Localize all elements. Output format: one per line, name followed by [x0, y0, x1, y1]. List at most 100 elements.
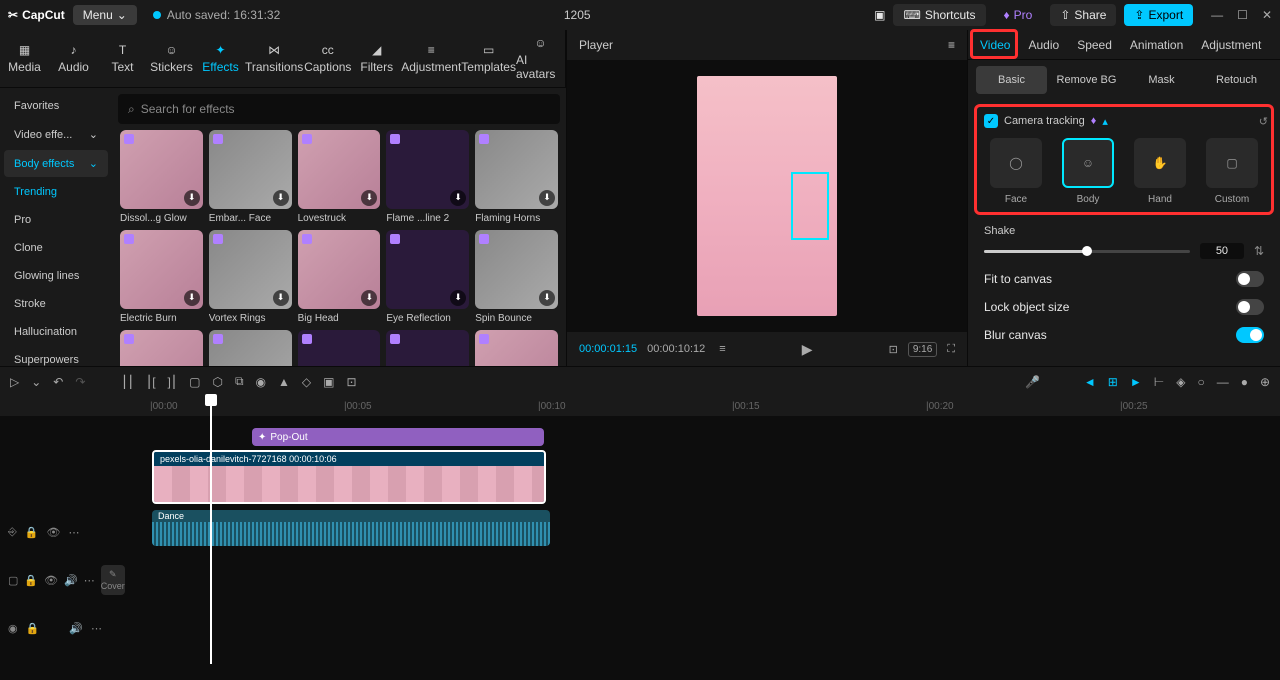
stepper-icon[interactable]: ⇅ [1254, 244, 1264, 258]
shield-icon[interactable]: ⬡ [212, 375, 222, 389]
freeze-tool[interactable]: ▣ [323, 375, 334, 389]
cat-body-effects[interactable]: Body effects⌄ [4, 150, 108, 177]
reverse-tool[interactable]: ◉ [256, 375, 266, 389]
timeline-ruler[interactable]: |00:00 |00:05 |00:10 |00:15 |00:20 |00:2… [0, 396, 1280, 416]
track-video-controls[interactable]: ▢🔒👁🔊⋯✎Cover [0, 556, 110, 604]
redo-button[interactable]: ↷ [75, 375, 85, 389]
compare-icon[interactable]: ⊡ [889, 343, 898, 356]
download-icon[interactable]: ⬇ [539, 190, 555, 206]
cat-hallucination[interactable]: Hallucination [4, 319, 108, 345]
play-button[interactable]: ▶ [802, 341, 813, 358]
download-icon[interactable]: ⬇ [273, 190, 289, 206]
layout-icon[interactable]: ▣ [874, 8, 885, 22]
tab-captions[interactable]: ccCaptions [303, 30, 352, 87]
download-icon[interactable]: ⬇ [450, 190, 466, 206]
split-right[interactable]: ]⎮ [168, 375, 178, 389]
share-button[interactable]: ⇧ Share [1050, 4, 1116, 26]
preview-icon[interactable]: ◈ [1176, 375, 1185, 389]
shortcuts-button[interactable]: ⌨ Shortcuts [893, 4, 985, 26]
snap-icon[interactable]: ⊢ [1154, 375, 1164, 389]
cat-superpowers[interactable]: Superpowers [4, 347, 108, 366]
minimize-button[interactable]: — [1211, 8, 1223, 22]
pro-button[interactable]: ♦ Pro [994, 4, 1043, 26]
cat-stroke[interactable]: Stroke [4, 291, 108, 317]
rotate-tool[interactable]: ◇ [302, 375, 311, 389]
tab-templates[interactable]: ▭Templates [461, 30, 516, 87]
track-body[interactable]: ☺Body [1056, 138, 1120, 205]
split-tool[interactable]: ⎮⎮ [121, 375, 134, 389]
fit-canvas-toggle[interactable] [1236, 271, 1264, 287]
download-icon[interactable]: ⬇ [184, 190, 200, 206]
effect-card[interactable]: ⬇Electric Burn [120, 230, 203, 324]
reset-icon[interactable]: ↺ [1259, 115, 1268, 128]
track-hand[interactable]: ✋Hand [1128, 138, 1192, 205]
effect-card[interactable]: ⬇Flaming Horns [475, 130, 558, 224]
cover-button[interactable]: ✎Cover [101, 565, 125, 595]
subtab-removebg[interactable]: Remove BG [1051, 66, 1122, 94]
proptab-video[interactable]: Video [980, 38, 1010, 52]
cat-glowing[interactable]: Glowing lines [4, 263, 108, 289]
tab-adjustment[interactable]: ≡Adjustment [401, 30, 461, 87]
chevron-up-icon[interactable]: ▴ [1102, 115, 1108, 128]
download-icon[interactable]: ⬇ [361, 290, 377, 306]
shake-slider[interactable] [984, 250, 1190, 253]
aspect-ratio[interactable]: 9:16 [908, 342, 937, 357]
zoom-slider[interactable]: ● [1241, 375, 1248, 389]
menu-button[interactable]: Menu ⌄ [73, 5, 137, 25]
tab-filters[interactable]: ◢Filters [352, 30, 401, 87]
effect-card[interactable]: ⬇Embar... Face [209, 130, 292, 224]
effect-card[interactable]: ⬇Ghost [386, 330, 469, 366]
proptab-animation[interactable]: Animation [1130, 38, 1183, 52]
volume-icon[interactable]: ≡ [719, 343, 725, 355]
cat-video-effects[interactable]: Video effe...⌄ [4, 121, 108, 148]
subtab-basic[interactable]: Basic [976, 66, 1047, 94]
maximize-button[interactable]: ☐ [1237, 8, 1248, 22]
track-effect-controls[interactable]: ⎆🔒👁⋯ [0, 508, 110, 556]
effect-card[interactable]: ⬇Dissol...g Glow [120, 130, 203, 224]
chevron-down-icon[interactable]: ⌄ [31, 375, 41, 389]
effect-card[interactable]: ⬇Flame ...line 2 [386, 130, 469, 224]
playhead[interactable] [210, 396, 212, 664]
tracking-box[interactable] [791, 172, 829, 240]
zoom-out[interactable]: ○ [1197, 375, 1204, 389]
project-title[interactable]: 1205 [288, 8, 866, 22]
tab-media[interactable]: ▦Media [0, 30, 49, 87]
effect-card[interactable]: ⬇Phantom Shift [120, 330, 203, 366]
download-icon[interactable]: ⬇ [450, 290, 466, 306]
copy-tool[interactable]: ⧉ [235, 374, 244, 389]
player-canvas[interactable] [567, 60, 967, 332]
tab-stickers[interactable]: ☺Stickers [147, 30, 196, 87]
tab-transitions[interactable]: ⋈Transitions [245, 30, 303, 87]
effect-card[interactable]: ⬇Lovestruck [298, 130, 381, 224]
crop-tool[interactable]: ▢ [189, 375, 200, 389]
lock-size-toggle[interactable] [1236, 299, 1264, 315]
close-button[interactable]: ✕ [1262, 8, 1272, 22]
subtab-retouch[interactable]: Retouch [1201, 66, 1272, 94]
track-custom[interactable]: ▢Custom [1200, 138, 1264, 205]
player-menu-icon[interactable]: ≡ [948, 38, 955, 52]
proptab-adjustment[interactable]: Adjustment [1201, 38, 1261, 52]
magnet-right[interactable]: ► [1130, 375, 1142, 389]
download-icon[interactable]: ⬇ [273, 290, 289, 306]
proptab-audio[interactable]: Audio [1028, 38, 1059, 52]
download-icon[interactable]: ⬇ [539, 290, 555, 306]
effect-card[interactable]: ⬇Vortex Rings [209, 230, 292, 324]
effect-card[interactable]: ⬇Eye Reflection [386, 230, 469, 324]
tab-audio[interactable]: ♪Audio [49, 30, 98, 87]
effect-card[interactable]: ⬇Infinite Travel [209, 330, 292, 366]
frame-tool[interactable]: ⊡ [346, 375, 356, 389]
proptab-speed[interactable]: Speed [1077, 38, 1112, 52]
camera-tracking-checkbox[interactable]: ✓ [984, 114, 998, 128]
fullscreen-icon[interactable]: ⛶ [947, 343, 955, 356]
effect-card[interactable]: ⬇Electr...rder 2 [298, 330, 381, 366]
cat-clone[interactable]: Clone [4, 235, 108, 261]
subtab-mask[interactable]: Mask [1126, 66, 1197, 94]
tab-effects[interactable]: ✦Effects [196, 30, 245, 87]
tab-ai[interactable]: ☺AI avatars [516, 30, 565, 87]
download-icon[interactable]: ⬇ [184, 290, 200, 306]
selection-tool[interactable]: ▷ [10, 375, 19, 389]
blur-canvas-toggle[interactable] [1236, 327, 1264, 343]
cat-trending[interactable]: Trending [4, 179, 108, 205]
undo-button[interactable]: ↶ [53, 375, 63, 389]
search-input[interactable]: ⌕Search for effects [118, 94, 560, 124]
